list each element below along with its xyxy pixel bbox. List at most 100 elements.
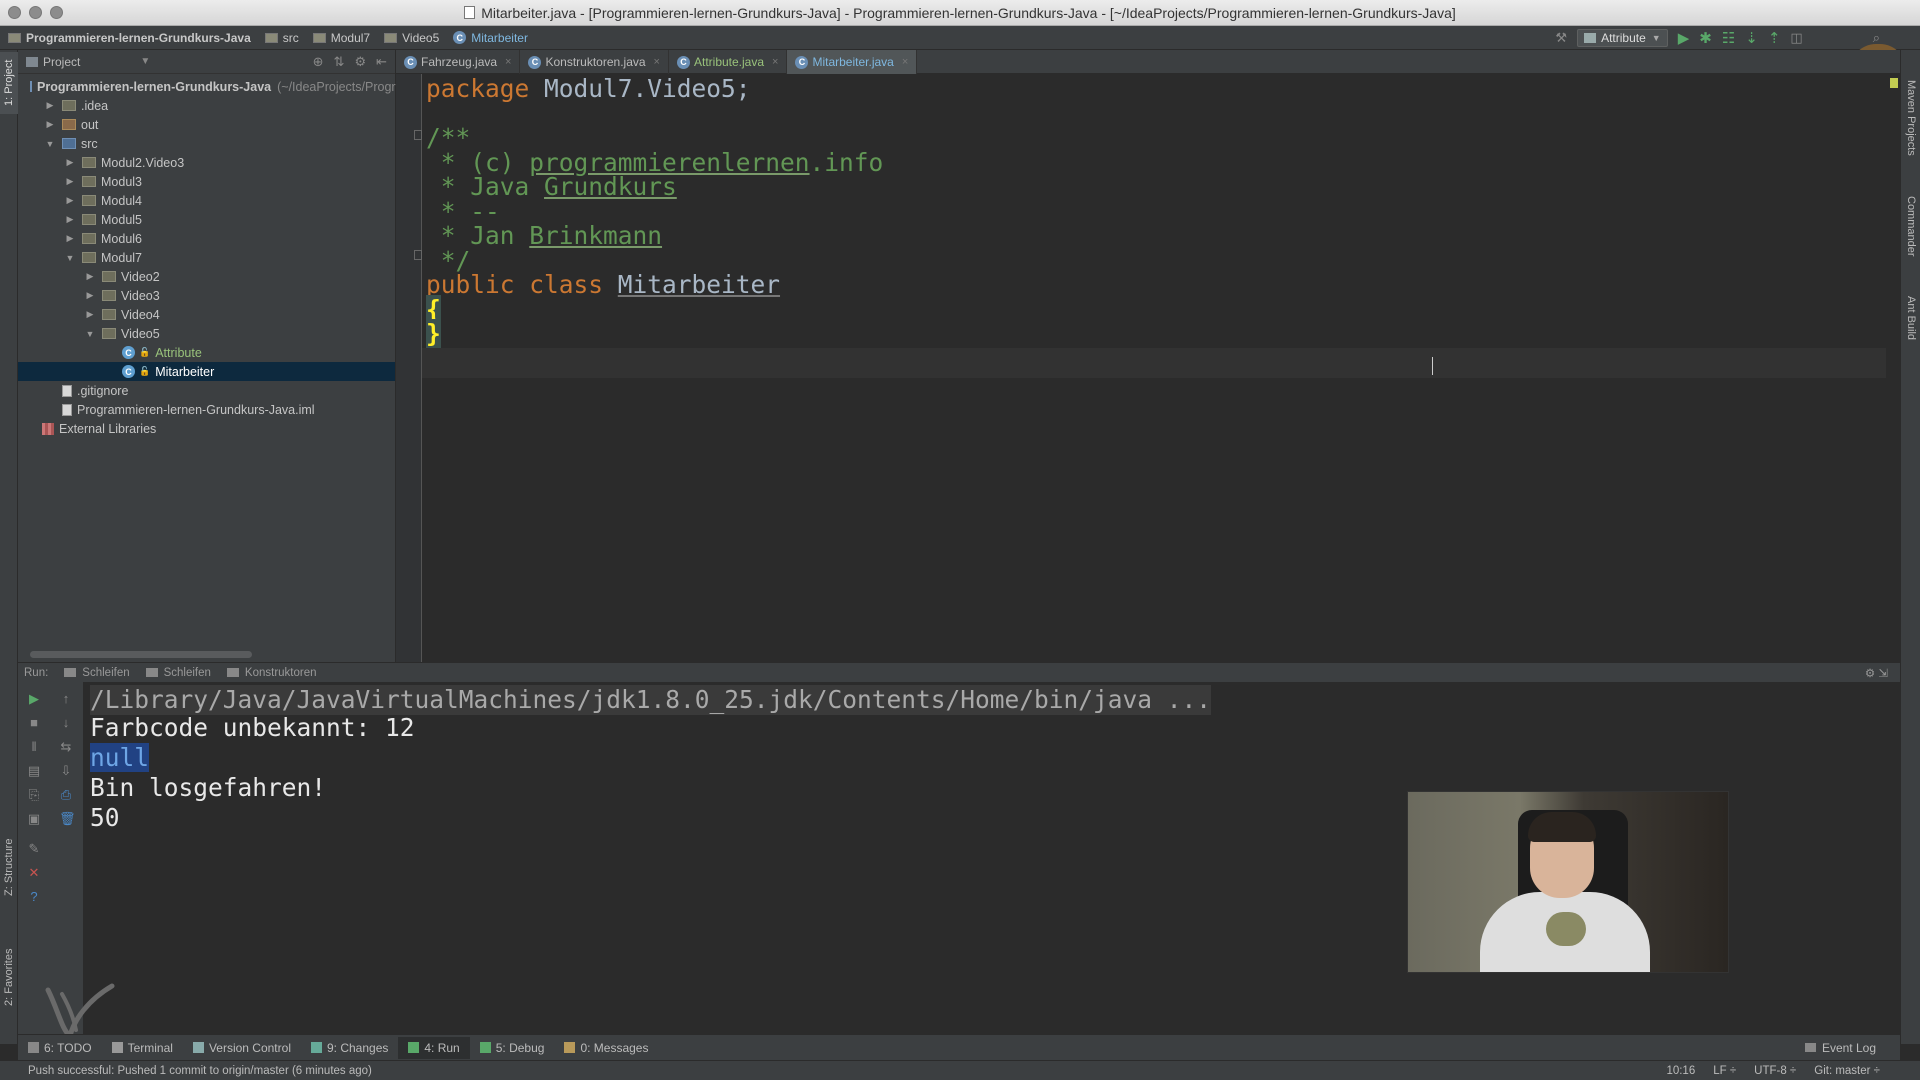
tree-item[interactable]: C 🔓 Mitarbeiter bbox=[18, 362, 395, 381]
tree-item[interactable]: ▼ Video5 bbox=[18, 324, 395, 343]
dump-threads-icon[interactable]: ⎘ bbox=[27, 788, 41, 802]
editor-tab[interactable]: C Konstruktoren.java × bbox=[520, 50, 669, 74]
tool-window-button[interactable]: 4: Run bbox=[398, 1036, 470, 1059]
breadcrumb-project[interactable]: Programmieren-lernen-Grundkurs-Java bbox=[0, 26, 257, 50]
tree-item[interactable]: ▶ Video4 bbox=[18, 305, 395, 324]
collapsed-arrow-icon[interactable]: ▶ bbox=[84, 290, 96, 301]
scroll-from-source-icon[interactable]: ⊕ bbox=[313, 54, 324, 70]
scroll-up-icon[interactable]: ↑ bbox=[59, 692, 73, 706]
window-controls[interactable] bbox=[8, 6, 63, 19]
collapsed-arrow-icon[interactable]: ▶ bbox=[64, 214, 76, 225]
print-icon[interactable]: ⎙ bbox=[59, 788, 73, 802]
tree-item[interactable]: Programmieren-lernen-Grundkurs-Java.iml bbox=[18, 400, 395, 419]
tool-window-button[interactable]: 9: Changes bbox=[301, 1037, 398, 1059]
tree-item[interactable]: C 🔓 Attribute bbox=[18, 343, 395, 362]
hide-panel-icon[interactable]: ⇤ bbox=[376, 54, 387, 70]
minimize-window-button[interactable] bbox=[29, 6, 42, 19]
coverage-icon[interactable]: ☷ bbox=[1722, 29, 1735, 47]
tool-tab-ant[interactable]: Ant Build bbox=[1901, 286, 1920, 350]
breadcrumb-video5[interactable]: Video5 bbox=[376, 26, 445, 50]
close-tab-icon[interactable]: × bbox=[505, 56, 511, 68]
chevron-down-icon[interactable]: ▼ bbox=[140, 56, 150, 67]
error-stripe-marker[interactable] bbox=[1890, 78, 1898, 88]
collapsed-arrow-icon[interactable]: ▶ bbox=[44, 100, 56, 111]
vcs-update-icon[interactable]: ⇣ bbox=[1745, 29, 1758, 47]
zoom-window-button[interactable] bbox=[50, 6, 63, 19]
collapse-all-icon[interactable]: ⇅ bbox=[334, 54, 345, 70]
tree-item[interactable]: ▼ src bbox=[18, 134, 395, 153]
tree-item[interactable]: ▶ Modul2.Video3 bbox=[18, 153, 395, 172]
settings-gear-icon[interactable]: ⚙ bbox=[354, 54, 366, 70]
tool-window-button[interactable]: Version Control bbox=[183, 1037, 301, 1059]
tool-tab-commander[interactable]: Commander bbox=[1901, 186, 1920, 266]
collapsed-arrow-icon[interactable]: ▶ bbox=[84, 309, 96, 320]
export-icon[interactable]: ▣ bbox=[27, 812, 41, 826]
sdk-icon[interactable]: ◫ bbox=[1790, 30, 1802, 46]
vcs-commit-icon[interactable]: ⇡ bbox=[1768, 29, 1781, 47]
tree-item[interactable]: ▶ Modul4 bbox=[18, 191, 395, 210]
line-separator[interactable]: LF ÷ bbox=[1713, 1065, 1736, 1077]
expanded-arrow-icon[interactable]: ▼ bbox=[84, 329, 96, 339]
breadcrumb-mitarbeiter[interactable]: C Mitarbeiter bbox=[445, 26, 534, 50]
event-log-button[interactable]: Event Log bbox=[1804, 1041, 1876, 1055]
tree-item[interactable]: .gitignore bbox=[18, 381, 395, 400]
close-tab-icon[interactable]: × bbox=[772, 56, 778, 68]
tree-item[interactable]: ▶ Modul5 bbox=[18, 210, 395, 229]
expanded-arrow-icon[interactable]: ▼ bbox=[44, 139, 56, 149]
fold-marker-icon[interactable] bbox=[414, 130, 422, 140]
tree-item[interactable]: ▶ Modul6 bbox=[18, 229, 395, 248]
tool-window-button[interactable]: 0: Messages bbox=[554, 1037, 658, 1059]
tree-item[interactable]: ▼ Modul7 bbox=[18, 248, 395, 267]
tree-item[interactable]: ▶ .idea bbox=[18, 96, 395, 115]
caret-position[interactable]: 10:16 bbox=[1666, 1065, 1695, 1077]
collapsed-arrow-icon[interactable]: ▶ bbox=[64, 176, 76, 187]
close-tab-icon[interactable]: × bbox=[902, 56, 908, 68]
breadcrumb-modul7[interactable]: Modul7 bbox=[305, 26, 376, 50]
rerun-icon[interactable]: ▶ bbox=[27, 692, 41, 706]
soft-wrap-icon[interactable]: ⇆ bbox=[59, 740, 73, 754]
clear-all-icon[interactable]: 🗑 bbox=[59, 812, 76, 826]
close-tab-icon[interactable]: × bbox=[654, 56, 660, 68]
expanded-arrow-icon[interactable]: ▼ bbox=[64, 253, 76, 263]
tool-window-button[interactable]: Terminal bbox=[102, 1037, 183, 1059]
tree-item[interactable]: ▶ Modul3 bbox=[18, 172, 395, 191]
editor-tab[interactable]: C Attribute.java × bbox=[669, 50, 788, 74]
editor-tab[interactable]: C Fahrzeug.java × bbox=[396, 50, 521, 74]
build-icon[interactable]: ⚒ bbox=[1555, 30, 1567, 46]
git-branch[interactable]: Git: master ÷ bbox=[1814, 1065, 1880, 1077]
horizontal-scrollbar[interactable] bbox=[30, 651, 252, 658]
pause-icon[interactable]: ‖ bbox=[27, 740, 41, 754]
collapsed-arrow-icon[interactable]: ▶ bbox=[64, 195, 76, 206]
run-tab-schleifen-1[interactable]: Schleifen bbox=[64, 667, 130, 679]
help-icon[interactable]: ? bbox=[27, 890, 41, 904]
tool-tab-favorites[interactable]: 2: Favorites bbox=[0, 940, 18, 1014]
close-icon[interactable]: ✕ bbox=[27, 866, 41, 880]
editor-tab[interactable]: C Mitarbeiter.java × bbox=[787, 50, 918, 74]
collapsed-arrow-icon[interactable]: ▶ bbox=[64, 233, 76, 244]
collapsed-arrow-icon[interactable]: ▶ bbox=[44, 119, 56, 130]
tree-item[interactable]: ▶ Video2 bbox=[18, 267, 395, 286]
run-tab-schleifen-2[interactable]: Schleifen bbox=[145, 667, 211, 679]
tool-window-button[interactable]: 5: Debug bbox=[470, 1037, 555, 1059]
tree-item[interactable]: Programmieren-lernen-Grundkurs-Java(~/Id… bbox=[18, 77, 587, 96]
pin-icon[interactable]: ✎ bbox=[27, 842, 41, 856]
stop-icon[interactable]: ■ bbox=[27, 716, 41, 730]
run-tab-konstruktoren[interactable]: Konstruktoren bbox=[226, 667, 317, 679]
run-configuration-select[interactable]: Attribute ▼ bbox=[1577, 29, 1668, 47]
tool-window-button[interactable]: 6: TODO bbox=[18, 1037, 102, 1059]
tool-tab-structure[interactable]: Z: Structure bbox=[0, 830, 18, 904]
breadcrumb-src[interactable]: src bbox=[257, 26, 305, 50]
tool-tab-project[interactable]: 1: Project bbox=[0, 52, 18, 114]
collapsed-arrow-icon[interactable]: ▶ bbox=[84, 271, 96, 282]
tree-item[interactable]: External Libraries bbox=[18, 419, 395, 438]
close-window-button[interactable] bbox=[8, 6, 21, 19]
scroll-down-icon[interactable]: ↓ bbox=[59, 716, 73, 730]
project-view-select[interactable]: Project bbox=[26, 55, 80, 69]
run-icon[interactable]: ▶ bbox=[1678, 29, 1690, 47]
scroll-to-end-icon[interactable]: ⇩ bbox=[59, 764, 73, 778]
file-encoding[interactable]: UTF-8 ÷ bbox=[1754, 1065, 1796, 1077]
restore-layout-icon[interactable]: ▤ bbox=[27, 764, 41, 778]
debug-icon[interactable]: ✱ bbox=[1699, 29, 1712, 47]
tree-item[interactable]: ▶ out bbox=[18, 115, 395, 134]
code-editor[interactable]: package Modul7.Video5; /** * (c) program… bbox=[422, 74, 1900, 662]
